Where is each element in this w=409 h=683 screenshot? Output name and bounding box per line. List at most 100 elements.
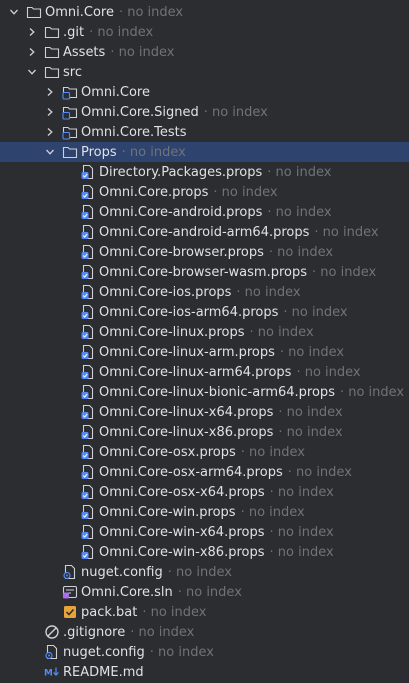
tree-row[interactable]: Omni.Core-browser.props · no index xyxy=(0,242,409,262)
tree-row[interactable]: Omni.Core.sln · no index xyxy=(0,582,409,602)
tree-item-label: Omni.Core-android.props xyxy=(99,204,263,220)
tree-item-label: .git xyxy=(63,24,85,40)
tree-row[interactable]: src xyxy=(0,62,409,82)
tree-row[interactable]: Omni.Core-android.props · no index xyxy=(0,202,409,222)
tree-row[interactable]: Omni.Core-linux.props · no index xyxy=(0,322,409,342)
props-file-icon xyxy=(80,264,96,280)
tree-item-label: Omni.Core-linux-arm.props xyxy=(99,344,275,360)
props-file-icon xyxy=(80,164,96,180)
folder-icon xyxy=(44,24,60,40)
props-file-icon xyxy=(80,284,96,300)
chevron-right-icon[interactable] xyxy=(44,126,56,138)
tree-row[interactable]: Omni.Core-ios.props · no index xyxy=(0,282,409,302)
tree-row[interactable]: Omni.Core-win-x86.props · no index xyxy=(0,542,409,562)
tree-row[interactable]: Omni.Core-win-x64.props · no index xyxy=(0,522,409,542)
tree-item-label: Omni.Core-browser.props xyxy=(99,244,264,260)
tree-row[interactable]: nuget.config · no index xyxy=(0,562,409,582)
tree-row[interactable]: Omni.Core-linux-bionic-arm64.props · no i… xyxy=(0,382,409,402)
tree-row[interactable]: Props · no index xyxy=(0,142,409,162)
tree-item-label: Omni.Core xyxy=(81,84,150,100)
tree-row[interactable]: pack.bat · no index xyxy=(0,602,409,622)
no-index-hint: · no index xyxy=(203,104,268,120)
batch-file-icon xyxy=(62,604,78,620)
tree-row[interactable]: Omni.Core xyxy=(0,82,409,102)
tree-row[interactable]: Omni.Core-browser-wasm.props · no index xyxy=(0,262,409,282)
tree-item-label: Omni.Core-linux-x86.props xyxy=(99,424,274,440)
tree-item-label: Omni.Core.Signed xyxy=(81,104,199,120)
props-file-icon xyxy=(80,244,96,260)
tree-item-label: nuget.config xyxy=(63,644,145,660)
gitignore-icon xyxy=(44,624,60,640)
project-folder-icon xyxy=(62,84,78,100)
chevron-down-icon[interactable] xyxy=(44,146,56,158)
config-file-icon xyxy=(44,644,60,660)
folder-icon xyxy=(26,4,42,20)
props-file-icon xyxy=(80,444,96,460)
props-file-icon xyxy=(80,344,96,360)
props-file-icon xyxy=(80,204,96,220)
tree-row[interactable]: Omni.Core.Tests xyxy=(0,122,409,142)
tree-row[interactable]: Directory.Packages.props · no index xyxy=(0,162,409,182)
tree-row[interactable]: Omni.Core-linux-x64.props · no index xyxy=(0,402,409,422)
no-index-hint: · no index xyxy=(267,164,332,180)
chevron-down-icon[interactable] xyxy=(26,66,38,78)
no-index-hint: · no index xyxy=(314,224,379,240)
tree-row[interactable]: Omni.Core-linux-arm.props · no index xyxy=(0,342,409,362)
no-index-hint: · no index xyxy=(236,284,301,300)
no-index-hint: · no index xyxy=(149,644,214,660)
tree-row[interactable]: Omni.Core-linux-arm64.props · no index xyxy=(0,362,409,382)
chevron-right-icon[interactable] xyxy=(26,46,38,58)
tree-item-label: Omni.Core-linux-arm64.props xyxy=(99,364,292,380)
chevron-right-icon[interactable] xyxy=(44,86,56,98)
tree-item-label: Omni.Core-linux-bionic-arm64.props xyxy=(99,384,335,400)
tree-item-label: README.md xyxy=(63,664,144,680)
props-file-icon xyxy=(80,364,96,380)
tree-item-label: nuget.config xyxy=(81,564,163,580)
tree-row[interactable]: Omni.Core · no index xyxy=(0,2,409,22)
chevron-right-icon[interactable] xyxy=(26,26,38,38)
tree-item-label: Omni.Core.sln xyxy=(81,584,173,600)
props-file-icon xyxy=(80,464,96,480)
tree-row[interactable]: .gitignore · no index xyxy=(0,622,409,642)
no-index-hint: · no index xyxy=(287,464,352,480)
config-file-icon xyxy=(62,564,78,580)
tree-item-label: .gitignore xyxy=(63,624,126,640)
tree-row[interactable]: Omni.Core-osx-x64.props · no index xyxy=(0,482,409,502)
tree-row[interactable]: Omni.Core-osx-arm64.props · no index xyxy=(0,462,409,482)
tree-row[interactable]: Omni.Core-osx.props · no index xyxy=(0,442,409,462)
tree-row[interactable]: Assets · no index xyxy=(0,42,409,62)
props-file-icon xyxy=(80,524,96,540)
no-index-hint: · no index xyxy=(130,624,195,640)
tree-row[interactable]: .git · no index xyxy=(0,22,409,42)
tree-item-label: Omni.Core-win-x86.props xyxy=(99,544,265,560)
no-index-hint: · no index xyxy=(268,244,334,260)
tree-item-label: Omni.Core-android-arm64.props xyxy=(99,224,310,240)
tree-row[interactable]: Omni.Core-win.props · no index xyxy=(0,502,409,522)
tree-row[interactable]: nuget.config · no index xyxy=(0,642,409,662)
tree-row[interactable]: Omni.Core.props · no index xyxy=(0,182,409,202)
chevron-down-icon[interactable] xyxy=(8,6,20,18)
props-file-icon xyxy=(80,384,96,400)
props-file-icon xyxy=(80,504,96,520)
tree-row[interactable]: Omni.Core.Signed · no index xyxy=(0,102,409,122)
tree-row[interactable]: M README.md xyxy=(0,662,409,682)
tree-item-label: Omni.Core-win-x64.props xyxy=(99,524,265,540)
no-index-hint: · no index xyxy=(339,384,405,400)
tree-row[interactable]: Omni.Core-ios-arm64.props · no index xyxy=(0,302,409,322)
tree-item-label: Omni.Core-linux.props xyxy=(99,324,245,340)
tree-item-label: Omni.Core-osx-arm64.props xyxy=(99,464,283,480)
folder-icon xyxy=(44,64,60,80)
tree-item-label: pack.bat xyxy=(81,604,138,620)
no-index-hint: · no index xyxy=(142,604,207,620)
no-index-hint: · no index xyxy=(283,304,348,320)
props-file-icon xyxy=(80,404,96,420)
props-file-icon xyxy=(80,484,96,500)
no-index-hint: · no index xyxy=(177,584,242,600)
tree-item-label: Omni.Core-ios-arm64.props xyxy=(99,304,279,320)
tree-item-label: Omni.Core xyxy=(45,4,114,20)
solution-file-icon xyxy=(62,584,78,600)
tree-item-label: Omni.Core-osx-x64.props xyxy=(99,484,265,500)
tree-row[interactable]: Omni.Core-android-arm64.props · no index xyxy=(0,222,409,242)
tree-row[interactable]: Omni.Core-linux-x86.props · no index xyxy=(0,422,409,442)
chevron-right-icon[interactable] xyxy=(44,106,56,118)
